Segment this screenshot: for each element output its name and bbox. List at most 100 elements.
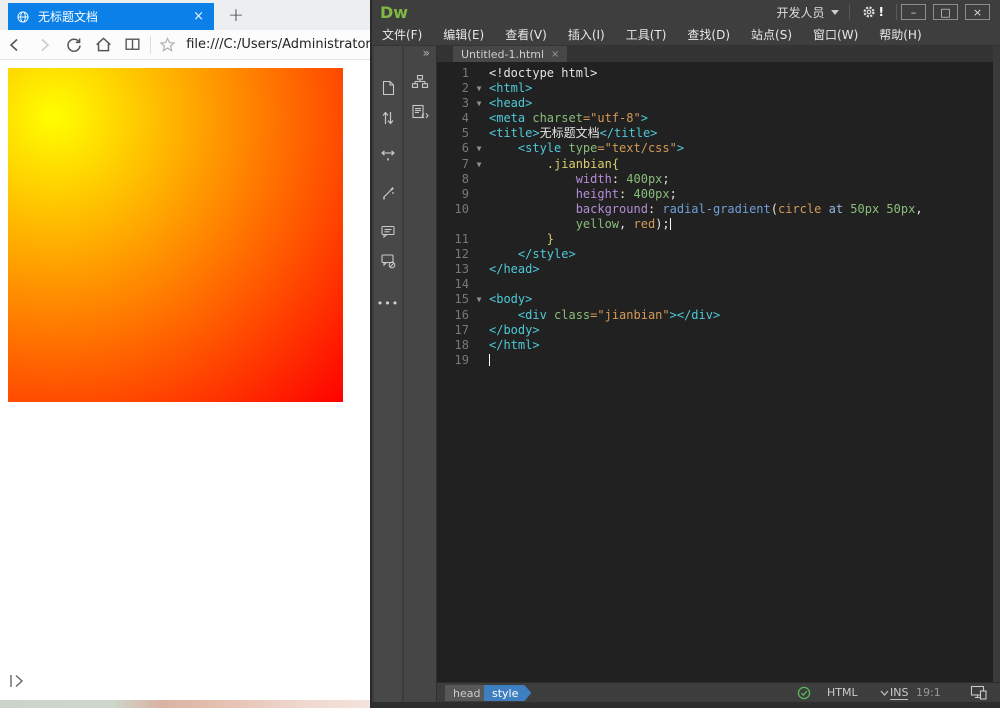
minimize-button[interactable]: – — [901, 4, 926, 20]
code-line-6[interactable]: 6▼<style type="text/css"> — [437, 141, 993, 156]
globe-icon — [16, 10, 30, 24]
code-line-8[interactable]: 8width: 400px; — [437, 172, 993, 187]
code-line-17[interactable]: 17 </body> — [437, 323, 993, 338]
document-tab[interactable]: Untitled-1.html × — [453, 46, 567, 62]
back-icon[interactable] — [0, 31, 30, 59]
code-line-16[interactable]: 16<div class="jianbian"></div> — [437, 308, 993, 323]
reading-list-icon[interactable] — [118, 31, 148, 59]
desktop-wallpaper-strip — [0, 700, 370, 708]
home-icon[interactable] — [89, 31, 119, 59]
remove-comment-icon[interactable] — [376, 249, 400, 273]
code-line-3[interactable]: 3▼<head> — [437, 96, 993, 111]
code-line-15[interactable]: 15▼<body> — [437, 292, 993, 307]
fold-gutter — [469, 187, 489, 202]
dom-panel-icon[interactable] — [408, 70, 432, 94]
apply-comment-icon[interactable] — [376, 219, 400, 243]
snippets-panel-icon[interactable] — [408, 100, 432, 124]
fold-arrow-icon[interactable]: ▼ — [469, 141, 489, 156]
text-cursor — [489, 354, 490, 366]
code-text: </html> — [489, 338, 993, 353]
code-line-5[interactable]: 5<title>无标题文档</title> — [437, 126, 993, 141]
line-number: 16 — [437, 308, 469, 323]
tag-selector-style[interactable]: style — [484, 685, 531, 701]
menu-item-3[interactable]: 插入(I) — [568, 26, 605, 43]
new-tab-button[interactable]: + — [222, 2, 250, 28]
fold-gutter — [469, 202, 489, 217]
toolbar-divider — [150, 36, 151, 54]
doctype-dropdown[interactable]: HTML — [827, 686, 889, 699]
code-line-18[interactable]: 18</html> — [437, 338, 993, 353]
line-number: 11 — [437, 232, 469, 247]
address-text[interactable]: file:///C:/Users/Administrator/D — [186, 37, 370, 52]
code-line-7[interactable]: 7▼.jianbian{ — [437, 157, 993, 172]
device-preview-icon[interactable] — [970, 685, 988, 700]
file-management-icon[interactable] — [376, 106, 400, 130]
maximize-button[interactable]: □ — [933, 4, 958, 20]
code-line-12[interactable]: 12</style> — [437, 247, 993, 262]
forward-icon[interactable] — [30, 31, 60, 59]
fold-arrow-icon[interactable]: ▼ — [469, 157, 489, 172]
code-text: <head> — [489, 96, 993, 111]
code-area[interactable]: 1<!doctype html>2▼<html>3▼<head>4<meta c… — [437, 62, 993, 682]
gear-alert-badge: ! — [879, 5, 884, 19]
panel-collapse-icon[interactable]: » — [423, 46, 430, 60]
browser-tab-bar: 无标题文档 × + — [0, 0, 370, 30]
menu-item-0[interactable]: 文件(F) — [382, 26, 422, 43]
menu-item-5[interactable]: 查找(D) — [687, 26, 730, 43]
dw-title-bar: Dw 开发人员 ! – □ × — [372, 0, 1000, 24]
menu-item-8[interactable]: 帮助(H) — [879, 26, 921, 43]
fold-gutter — [469, 126, 489, 141]
fold-arrow-icon[interactable]: ▼ — [469, 81, 489, 96]
code-text: <body> — [489, 292, 993, 307]
code-text: </body> — [489, 323, 993, 338]
menu-item-2[interactable]: 查看(V) — [505, 26, 547, 43]
chevron-down-icon — [880, 690, 889, 696]
code-scrollbar[interactable] — [993, 46, 1000, 682]
refresh-icon[interactable] — [59, 31, 89, 59]
fold-gutter — [469, 262, 489, 277]
code-line-19[interactable]: 19 — [437, 353, 993, 368]
close-button[interactable]: × — [965, 4, 990, 20]
line-number: 15 — [437, 292, 469, 307]
code-line-4[interactable]: 4<meta charset="utf-8"> — [437, 111, 993, 126]
menu-item-6[interactable]: 站点(S) — [751, 26, 792, 43]
document-tab-close-icon[interactable]: × — [551, 49, 559, 60]
lint-ok-icon[interactable] — [797, 686, 811, 700]
code-line-9[interactable]: 9height: 400px; — [437, 187, 993, 202]
tab-title: 无标题文档 — [38, 8, 191, 25]
line-number: 17 — [437, 323, 469, 338]
line-number: 3 — [437, 96, 469, 111]
menu-item-4[interactable]: 工具(T) — [626, 26, 667, 43]
code-line-2[interactable]: 2▼<html> — [437, 81, 993, 96]
line-number — [437, 217, 469, 232]
code-line-11[interactable]: 11} — [437, 232, 993, 247]
open-documents-icon[interactable] — [376, 76, 400, 100]
toolbar-more-icon[interactable]: ••• — [376, 291, 400, 315]
insert-mode-indicator[interactable]: INS — [890, 686, 908, 700]
code-line-13[interactable]: 13</head> — [437, 262, 993, 277]
menu-item-1[interactable]: 编辑(E) — [443, 26, 484, 43]
fold-gutter — [469, 172, 489, 187]
extract-icon[interactable] — [376, 144, 400, 168]
dw-panel-strip: » — [404, 46, 437, 702]
workspace-switcher[interactable]: 开发人员 — [767, 4, 849, 21]
code-text: <!doctype html> — [489, 66, 993, 81]
code-line-wrap[interactable]: yellow, red); — [437, 217, 993, 232]
code-line-14[interactable]: 14 — [437, 277, 993, 292]
fold-arrow-icon[interactable]: ▼ — [469, 292, 489, 307]
menu-item-7[interactable]: 窗口(W) — [813, 26, 858, 43]
fold-gutter — [469, 323, 489, 338]
code-line-10[interactable]: 10background: radial-gradient(circle at … — [437, 202, 993, 217]
fold-arrow-icon[interactable]: ▼ — [469, 96, 489, 111]
code-line-1[interactable]: 1<!doctype html> — [437, 66, 993, 81]
browser-toolbar: file:///C:/Users/Administrator/D — [0, 30, 370, 60]
code-text: </head> — [489, 262, 993, 277]
fold-gutter — [469, 217, 489, 232]
sync-settings-button[interactable]: ! — [850, 5, 896, 19]
sidebar-expand-icon[interactable] — [8, 672, 28, 690]
favorite-star-icon[interactable] — [153, 31, 183, 59]
browser-tab[interactable]: 无标题文档 × — [8, 3, 214, 30]
format-brush-icon[interactable] — [376, 181, 400, 205]
fold-gutter — [469, 308, 489, 323]
tab-close-icon[interactable]: × — [191, 9, 206, 24]
